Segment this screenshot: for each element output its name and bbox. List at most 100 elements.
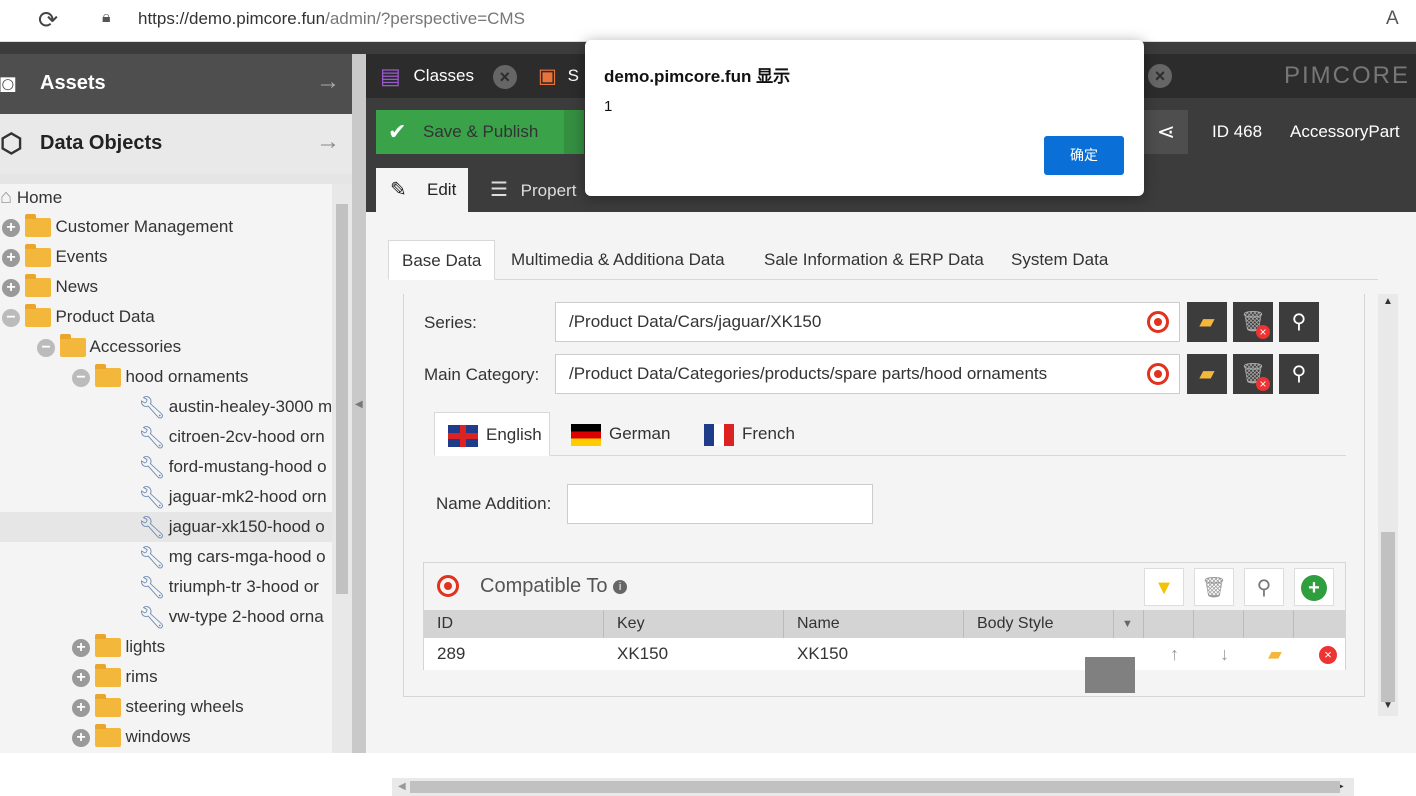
- expand-icon[interactable]: +: [72, 698, 90, 717]
- plus-icon: +: [1301, 575, 1327, 601]
- column-key[interactable]: Key: [604, 610, 784, 638]
- lock-icon[interactable]: 🔒︎: [102, 9, 111, 27]
- tab-english[interactable]: English: [434, 412, 550, 456]
- collapse-icon[interactable]: −: [72, 368, 90, 387]
- name-addition-input[interactable]: [567, 484, 873, 524]
- expand-icon[interactable]: +: [72, 638, 90, 657]
- tab-german[interactable]: German: [558, 412, 670, 456]
- tree-node[interactable]: + steering wheels: [72, 692, 244, 722]
- tree-node[interactable]: + lights: [72, 632, 165, 662]
- tab-sale-information[interactable]: Sale Information & ERP Data: [751, 240, 997, 280]
- add-button[interactable]: +: [1294, 568, 1334, 606]
- search-button[interactable]: ⚲: [1244, 568, 1284, 606]
- column-id[interactable]: ID: [424, 610, 604, 638]
- expand-icon[interactable]: +: [2, 218, 20, 237]
- tab-base-data[interactable]: Base Data: [388, 240, 496, 280]
- data-objects-accordion[interactable]: ⬡ Data Objects →: [0, 114, 352, 174]
- tree-node[interactable]: 🔧︎ austin-healey-3000 m: [138, 392, 332, 422]
- scroll-up-icon[interactable]: ▲: [1383, 296, 1393, 307]
- tree-node[interactable]: − Product Data: [2, 302, 155, 332]
- tab-properties[interactable]: ☰ Propert: [490, 168, 576, 213]
- arrow-right-icon[interactable]: →: [316, 68, 340, 96]
- cell-key: XK150: [617, 644, 669, 663]
- tree-node-selected[interactable]: 🔧︎ jaguar-xk150-hood o: [0, 512, 332, 542]
- tree-node[interactable]: − hood ornaments: [72, 362, 248, 392]
- panel-splitter[interactable]: ◀: [352, 54, 366, 753]
- tree-node[interactable]: + rims: [72, 662, 158, 692]
- remove-icon[interactable]: ×: [1306, 638, 1337, 670]
- series-field[interactable]: /Product Data/Cars/jaguar/XK150: [555, 302, 1180, 342]
- open-folder-icon[interactable]: ▰: [1255, 638, 1282, 670]
- tree-node[interactable]: + windows: [72, 722, 191, 752]
- open-folder-button[interactable]: ▰: [1187, 302, 1227, 342]
- object-editor: Base Data Multimedia & Additiona Data Sa…: [366, 212, 1416, 796]
- tree-node[interactable]: + News: [2, 272, 98, 302]
- table-row[interactable]: 289 XK150 XK150 ↑ ↓ ▰ ×: [424, 638, 1345, 670]
- column-menu-icon[interactable]: ▼: [1114, 610, 1144, 638]
- move-up-icon[interactable]: ↑: [1157, 638, 1179, 670]
- tree-node[interactable]: 🔧︎ citroen-2cv-hood orn: [138, 422, 325, 452]
- folder-icon: [94, 634, 121, 658]
- collapse-left-icon[interactable]: ◀: [355, 399, 363, 410]
- locate-icon[interactable]: [1147, 363, 1169, 385]
- tree-label: Product Data: [55, 307, 155, 326]
- tab-multimedia[interactable]: Multimedia & Additiona Data: [498, 240, 738, 280]
- search-icon: ⚲: [1291, 363, 1307, 385]
- column-name[interactable]: Name: [784, 610, 964, 638]
- close-icon[interactable]: ×: [1148, 64, 1172, 88]
- open-folder-button[interactable]: ▰: [1187, 354, 1227, 394]
- read-aloud-icon[interactable]: A: [1386, 8, 1399, 30]
- tree-scrollbar-thumb[interactable]: [336, 204, 348, 594]
- share-button[interactable]: ⋖: [1144, 110, 1188, 154]
- reload-icon[interactable]: ⟳: [38, 6, 58, 35]
- collapse-icon[interactable]: −: [37, 338, 55, 357]
- tree-node[interactable]: − Accessories: [37, 332, 181, 362]
- browser-address-bar: ⟳ 🔒︎ https://demo.pimcore.fun/admin/?per…: [0, 0, 1416, 42]
- tab-label: Propert: [520, 181, 577, 200]
- scroll-left-icon[interactable]: ◀: [398, 781, 406, 792]
- object-id[interactable]: ID 468: [1212, 122, 1262, 142]
- column-body-style[interactable]: Body Style: [964, 610, 1114, 638]
- save-dropdown-button[interactable]: [564, 110, 584, 154]
- tree-node-home[interactable]: ⌂ Home: [0, 184, 62, 212]
- clear-button[interactable]: 🗑︎: [1233, 302, 1273, 342]
- tree-node[interactable]: 🔧︎ ford-mustang-hood o: [138, 452, 327, 482]
- object-class[interactable]: AccessoryPart: [1290, 122, 1400, 142]
- horizontal-scrollbar-thumb[interactable]: [410, 781, 1340, 793]
- search-button[interactable]: ⚲: [1279, 302, 1319, 342]
- filter-button[interactable]: ▼: [1144, 568, 1184, 606]
- expand-icon[interactable]: +: [2, 248, 20, 267]
- move-down-icon[interactable]: ↓: [1207, 638, 1229, 670]
- tree-node[interactable]: 🔧︎ triumph-tr 3-hood or: [138, 572, 319, 602]
- tree-node[interactable]: 🔧︎ vw-type 2-hood orna: [138, 602, 324, 632]
- locate-icon[interactable]: [1147, 311, 1169, 333]
- search-button[interactable]: ⚲: [1279, 354, 1319, 394]
- tab-edit[interactable]: ✎ Edit: [376, 168, 468, 212]
- clear-all-button[interactable]: 🗑︎: [1194, 568, 1234, 606]
- ok-button[interactable]: 确定: [1044, 136, 1124, 175]
- tab-classes[interactable]: ▤ Classes ×: [380, 54, 517, 98]
- assets-accordion[interactable]: ◙ Assets →: [0, 54, 352, 114]
- expand-icon[interactable]: +: [2, 278, 20, 297]
- info-icon[interactable]: i: [613, 579, 628, 594]
- tree-node[interactable]: 🔧︎ jaguar-mk2-hood orn: [138, 482, 327, 512]
- tree-node[interactable]: + Customer Management: [2, 212, 233, 242]
- main-category-field[interactable]: /Product Data/Categories/products/spare …: [555, 354, 1180, 394]
- tab-search[interactable]: ▣ S: [538, 54, 579, 98]
- save-publish-button[interactable]: ✔ Save & Publish: [376, 110, 564, 154]
- content-scrollbar-thumb[interactable]: [1381, 532, 1395, 702]
- data-tabs: Base Data Multimedia & Additiona Data Sa…: [388, 240, 1378, 280]
- close-icon[interactable]: ×: [492, 64, 517, 89]
- arrow-right-icon[interactable]: →: [316, 128, 340, 156]
- tree-node[interactable]: 🔧︎ mg cars-mga-hood o: [138, 542, 326, 572]
- tab-french[interactable]: French: [691, 412, 795, 456]
- tree-node[interactable]: + Events: [2, 242, 107, 272]
- tab-system-data[interactable]: System Data: [998, 240, 1121, 280]
- column-action: [1144, 610, 1194, 638]
- collapse-icon[interactable]: −: [2, 308, 20, 327]
- expand-icon[interactable]: +: [72, 668, 90, 687]
- url-field[interactable]: https://demo.pimcore.fun/admin/?perspect…: [138, 9, 525, 29]
- expand-icon[interactable]: +: [72, 728, 90, 747]
- clear-button[interactable]: 🗑︎: [1233, 354, 1273, 394]
- tree-label: citroen-2cv-hood orn: [168, 427, 325, 446]
